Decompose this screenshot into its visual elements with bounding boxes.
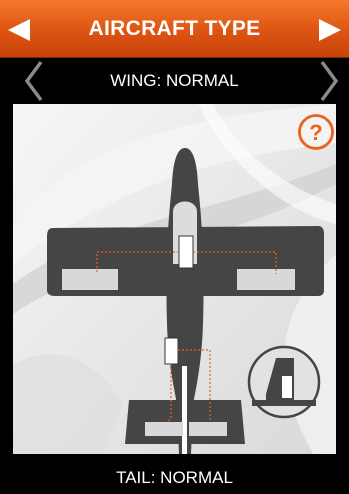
wing-type-label: WING: NORMAL [110,71,239,90]
prev-wing-chevron-icon[interactable] [22,60,44,102]
left-aileron [62,269,118,290]
next-wing-chevron-icon[interactable] [319,60,341,102]
vertical-stabilizer [182,366,187,454]
right-aileron [237,269,295,290]
help-question-icon[interactable]: ? [296,112,336,152]
right-elevator [189,422,227,436]
elevator-servo [164,337,179,365]
svg-text:?: ? [309,120,322,145]
header-bar: AIRCRAFT TYPE [0,0,349,58]
wing-type-selector: WING: NORMAL [0,58,349,104]
tail-type-bar[interactable]: TAIL: NORMAL [0,454,349,494]
tail-type-label: TAIL: NORMAL [116,468,233,487]
page-title: AIRCRAFT TYPE [88,17,261,40]
next-aircraft-type-icon[interactable] [317,18,343,42]
tail-type-thumbnail[interactable] [246,344,322,420]
prev-aircraft-type-icon[interactable] [6,18,32,42]
left-elevator [145,422,183,436]
wing-servo [178,235,194,269]
